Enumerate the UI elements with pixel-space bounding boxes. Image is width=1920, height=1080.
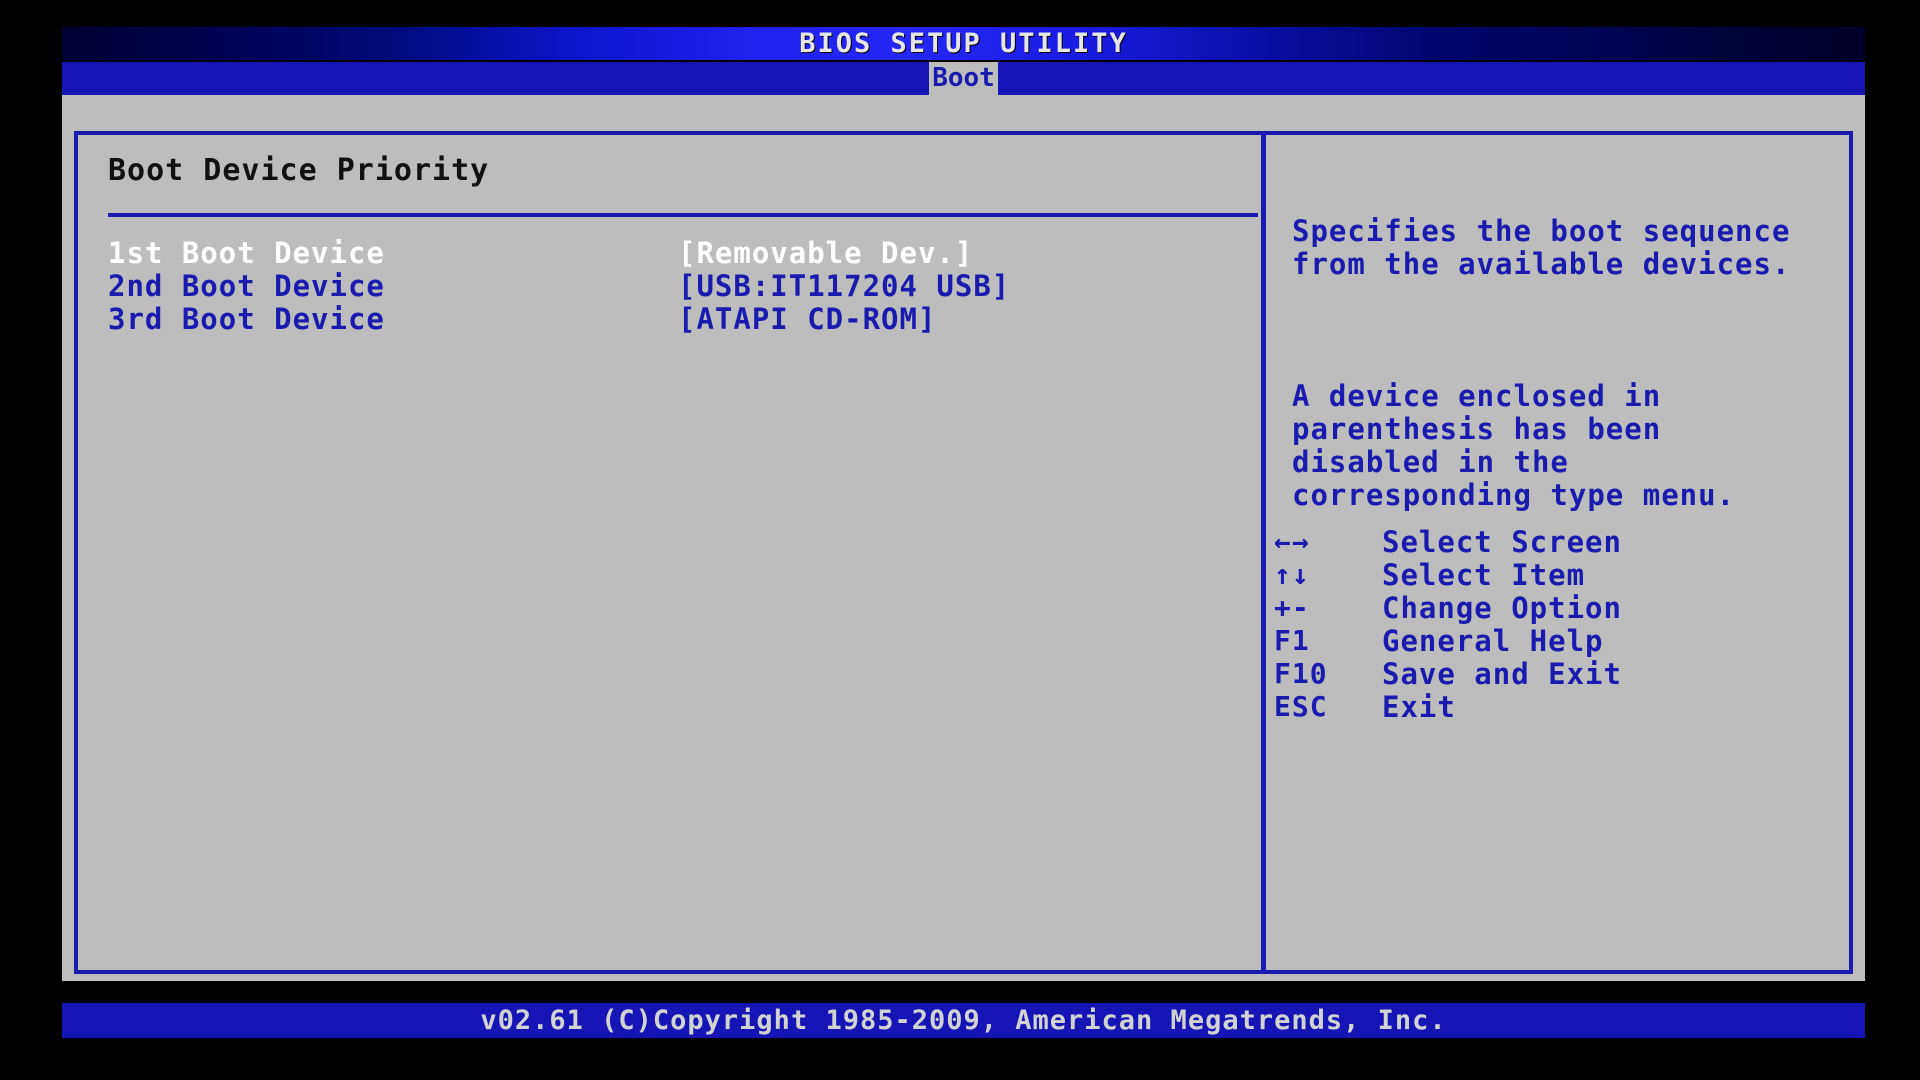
plus-minus-icon: +- (1274, 591, 1310, 624)
menu-bar: Boot (62, 62, 1865, 95)
help-pane: Specifies the boot sequence from the ava… (1266, 135, 1849, 970)
left-right-arrow-icon: ←→ (1274, 525, 1310, 558)
main-panel: Boot Device Priority 1st Boot Device [Re… (74, 131, 1853, 974)
legend-label: Select Item (1382, 557, 1586, 592)
legend-label: Exit (1382, 689, 1456, 724)
f1-key-icon: F1 (1274, 624, 1310, 657)
boot-device-value[interactable]: [USB:IT117204 USB] (678, 269, 1238, 303)
help-text: Specifies the boot sequence from the ava… (1292, 149, 1792, 578)
f10-key-icon: F10 (1274, 657, 1328, 690)
legend-row-general-help: F1 General Help (1274, 623, 1834, 658)
legend-label: Select Screen (1382, 524, 1622, 559)
section-divider (108, 213, 1258, 217)
legend-row-save-and-exit: F10 Save and Exit (1274, 656, 1834, 691)
page-title: BIOS SETUP UTILITY (799, 28, 1128, 59)
table-row[interactable]: 2nd Boot Device [USB:IT117204 USB] (108, 268, 1238, 303)
help-paragraph: A device enclosed in parenthesis has bee… (1292, 379, 1736, 512)
legend-row-exit: ESC Exit (1274, 689, 1834, 724)
boot-device-list: 1st Boot Device [Removable Dev.] 2nd Boo… (108, 235, 1238, 336)
boot-device-label: 3rd Boot Device (108, 301, 385, 336)
boot-device-label: 1st Boot Device (108, 235, 385, 270)
footer-bar: v02.61 (C)Copyright 1985-2009, American … (62, 1003, 1865, 1038)
legend-label: Change Option (1382, 590, 1622, 625)
legend-row-change-option: +- Change Option (1274, 590, 1834, 625)
key-legend: ←→ Select Screen ↑↓ Select Item +- Chang… (1274, 524, 1834, 724)
up-down-arrow-icon: ↑↓ (1274, 558, 1310, 591)
boot-device-value[interactable]: [ATAPI CD-ROM] (678, 302, 1238, 336)
table-row[interactable]: 3rd Boot Device [ATAPI CD-ROM] (108, 301, 1238, 336)
legend-label: General Help (1382, 623, 1604, 658)
table-row[interactable]: 1st Boot Device [Removable Dev.] (108, 235, 1238, 270)
title-bar: BIOS SETUP UTILITY (62, 27, 1865, 60)
boot-device-label: 2nd Boot Device (108, 268, 385, 303)
legend-row-select-item: ↑↓ Select Item (1274, 557, 1834, 592)
copyright-text: v02.61 (C)Copyright 1985-2009, American … (480, 1005, 1447, 1036)
legend-label: Save and Exit (1382, 656, 1622, 691)
boot-device-value[interactable]: [Removable Dev.] (678, 236, 1238, 270)
bios-setup-screen: BIOS SETUP UTILITY Boot Boot Device Prio… (0, 0, 1920, 1080)
boot-settings-pane: Boot Device Priority 1st Boot Device [Re… (78, 135, 1261, 970)
section-heading: Boot Device Priority (108, 153, 490, 188)
help-paragraph: Specifies the boot sequence from the ava… (1292, 214, 1809, 281)
legend-row-select-screen: ←→ Select Screen (1274, 524, 1834, 559)
tab-boot[interactable]: Boot (929, 62, 998, 95)
esc-key-icon: ESC (1274, 690, 1328, 723)
